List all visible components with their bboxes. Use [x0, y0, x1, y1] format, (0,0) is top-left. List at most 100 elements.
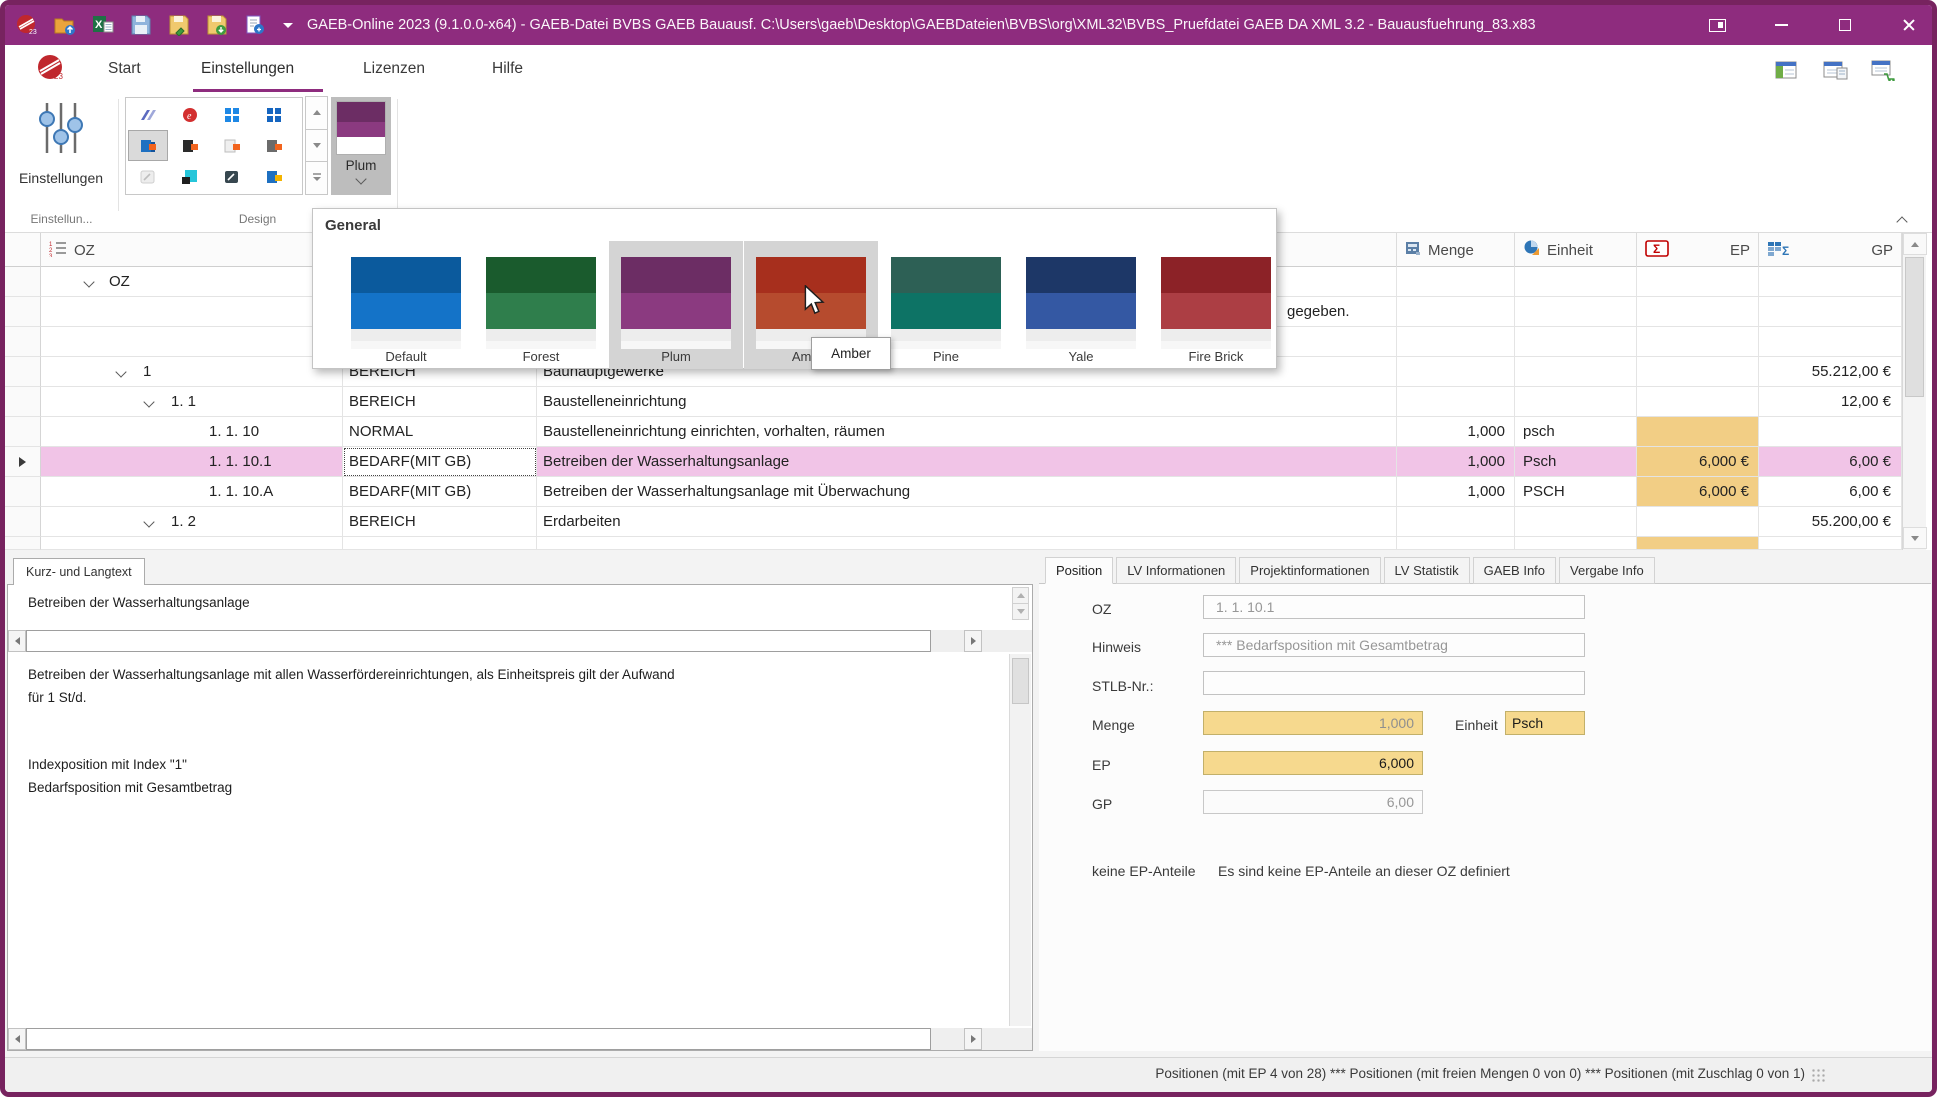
cell-einheit[interactable]: [1515, 387, 1637, 417]
cell-menge[interactable]: 1,000: [1397, 477, 1515, 507]
cell-menge[interactable]: [1397, 387, 1515, 417]
cell-gp[interactable]: 6,00 €: [1759, 447, 1902, 477]
short-text-hscrollbar[interactable]: [8, 630, 1032, 652]
header-einheit[interactable]: Einheit: [1515, 233, 1637, 267]
oz-field[interactable]: 1. 1. 10.1: [1203, 595, 1585, 619]
cell-gp[interactable]: 6,00 €: [1759, 477, 1902, 507]
table-row[interactable]: [5, 537, 1902, 550]
scroll-left-icon[interactable]: [8, 1028, 26, 1050]
cell-desc[interactable]: Erdarbeiten: [537, 507, 1397, 537]
skin-cube-gray-icon[interactable]: [254, 130, 294, 161]
cell-einheit[interactable]: [1515, 537, 1637, 550]
gallery-scroll-down-icon[interactable]: [305, 129, 328, 163]
skin-squares-dark-icon[interactable]: [254, 99, 294, 130]
tab-position[interactable]: Position: [1045, 557, 1113, 584]
theme-pine[interactable]: Pine: [879, 241, 1013, 369]
skin-squares-icon[interactable]: [212, 99, 252, 130]
stlb-field[interactable]: [1203, 671, 1585, 695]
tab-projektinformationen[interactable]: Projektinformationen: [1239, 557, 1380, 584]
cell-desc[interactable]: Betreiben der Wasserhaltungsanlage mit Ü…: [537, 477, 1397, 507]
cell-menge[interactable]: [1397, 267, 1515, 297]
cell-ep[interactable]: [1637, 327, 1759, 357]
skin-stripes-icon[interactable]: [128, 99, 168, 130]
scroll-up-icon[interactable]: [1012, 587, 1029, 604]
cell-desc[interactable]: [537, 537, 1397, 550]
einstellungen-button[interactable]: Einstellungen: [13, 97, 109, 201]
cell-desc[interactable]: Baustelleneinrichtung: [537, 387, 1397, 417]
tab-gaeb-info[interactable]: GAEB Info: [1473, 557, 1556, 584]
save-icon[interactable]: [129, 13, 153, 37]
table-row[interactable]: 1. 1 BEREICH Baustelleneinrichtung 12,00…: [5, 387, 1902, 417]
gallery-scroll-up-icon[interactable]: [305, 96, 328, 130]
skin-pencil-disabled-icon[interactable]: [128, 161, 168, 192]
tab-lv-statistik[interactable]: LV Statistik: [1384, 557, 1470, 584]
scroll-down-icon[interactable]: [1903, 527, 1927, 549]
cell-oz[interactable]: 1. 1: [41, 387, 343, 417]
cell-menge[interactable]: [1397, 357, 1515, 387]
menge-field[interactable]: 1,000: [1203, 711, 1423, 735]
cell-einheit[interactable]: [1515, 357, 1637, 387]
report-icon[interactable]: [243, 13, 267, 37]
save-download-icon[interactable]: [205, 13, 229, 37]
cell-ep[interactable]: [1637, 297, 1759, 327]
cell-ep[interactable]: [1637, 387, 1759, 417]
cell-ep[interactable]: [1637, 267, 1759, 297]
table-row[interactable]: 1. 2 BEREICH Erdarbeiten 55.200,00 €: [5, 507, 1902, 537]
table-row[interactable]: 1. 1. 10 NORMAL Baustelleneinrichtung ei…: [5, 417, 1902, 447]
header-ep[interactable]: Σ EP: [1637, 233, 1759, 267]
maximize-icon[interactable]: [1830, 12, 1860, 38]
collapse-icon[interactable]: [143, 396, 154, 407]
collapse-icon[interactable]: [143, 516, 154, 527]
header-oz[interactable]: 123 OZ: [41, 233, 343, 267]
cell-gp[interactable]: [1759, 267, 1902, 297]
cell-type[interactable]: [343, 537, 537, 550]
cell-desc[interactable]: Betreiben der Wasserhaltungsanlage: [537, 447, 1397, 477]
table-row[interactable]: 1. 1. 10.A BEDARF(MIT GB) Betreiben der …: [5, 477, 1902, 507]
app-logo-icon[interactable]: 23: [15, 13, 39, 37]
resize-grip-icon[interactable]: [1811, 1068, 1827, 1084]
ep-field[interactable]: 6,000: [1203, 751, 1423, 775]
scroll-left-icon[interactable]: [8, 630, 26, 652]
grid-copy-icon[interactable]: [1816, 53, 1856, 87]
scrollbar-track[interactable]: [26, 630, 931, 652]
collapse-icon[interactable]: [83, 276, 94, 287]
grid-vertical-scrollbar[interactable]: [1902, 233, 1926, 550]
header-gp[interactable]: Σ GP: [1759, 233, 1902, 267]
scroll-right-icon[interactable]: [964, 1028, 982, 1050]
cell-oz[interactable]: 1: [41, 357, 343, 387]
cell-menge[interactable]: 1,000: [1397, 417, 1515, 447]
skin-cube-yellow-icon[interactable]: [254, 161, 294, 192]
einheit-field[interactable]: Psch: [1505, 711, 1585, 735]
close-icon[interactable]: [1894, 12, 1924, 38]
cell-einheit[interactable]: [1515, 507, 1637, 537]
cell-einheit[interactable]: [1515, 297, 1637, 327]
save-as-icon[interactable]: [167, 13, 191, 37]
collapse-icon[interactable]: [115, 366, 126, 377]
cell-menge[interactable]: [1397, 327, 1515, 357]
tab-lizenzen[interactable]: Lizenzen: [357, 45, 431, 93]
cell-einheit[interactable]: psch: [1515, 417, 1637, 447]
tab-hilfe[interactable]: Hilfe: [486, 45, 529, 93]
theme-plum-selected[interactable]: Plum: [609, 241, 743, 369]
cell-type[interactable]: BEDARF(MIT GB): [343, 477, 537, 507]
cell-menge[interactable]: 1,000: [1397, 447, 1515, 477]
cell-gp[interactable]: [1759, 537, 1902, 550]
header-menge[interactable]: Menge: [1397, 233, 1515, 267]
table-row-selected[interactable]: 1. 1. 10.1 BEDARF(MIT GB) Betreiben der …: [5, 447, 1902, 477]
cell-einheit[interactable]: PSCH: [1515, 477, 1637, 507]
tab-einstellungen[interactable]: Einstellungen: [195, 45, 300, 93]
cell-gp[interactable]: [1759, 417, 1902, 447]
skin-cube-black-icon[interactable]: [170, 130, 210, 161]
app-logo-small-icon[interactable]: 23: [35, 51, 67, 88]
cell-gp[interactable]: [1759, 327, 1902, 357]
cell-ep[interactable]: 6,000 €: [1637, 447, 1759, 477]
long-text-hscrollbar[interactable]: [8, 1028, 1032, 1050]
cell-ep[interactable]: [1637, 357, 1759, 387]
skin-cube-blue-icon[interactable]: [128, 130, 168, 161]
cell-type[interactable]: BEREICH: [343, 387, 537, 417]
gallery-expand-icon[interactable]: [305, 161, 328, 195]
cell-oz[interactable]: [41, 327, 343, 357]
cell-gp[interactable]: 55.212,00 €: [1759, 357, 1902, 387]
theme-fire-brick[interactable]: Fire Brick: [1149, 241, 1283, 369]
ribbon-collapse-icon[interactable]: [1898, 213, 1906, 231]
